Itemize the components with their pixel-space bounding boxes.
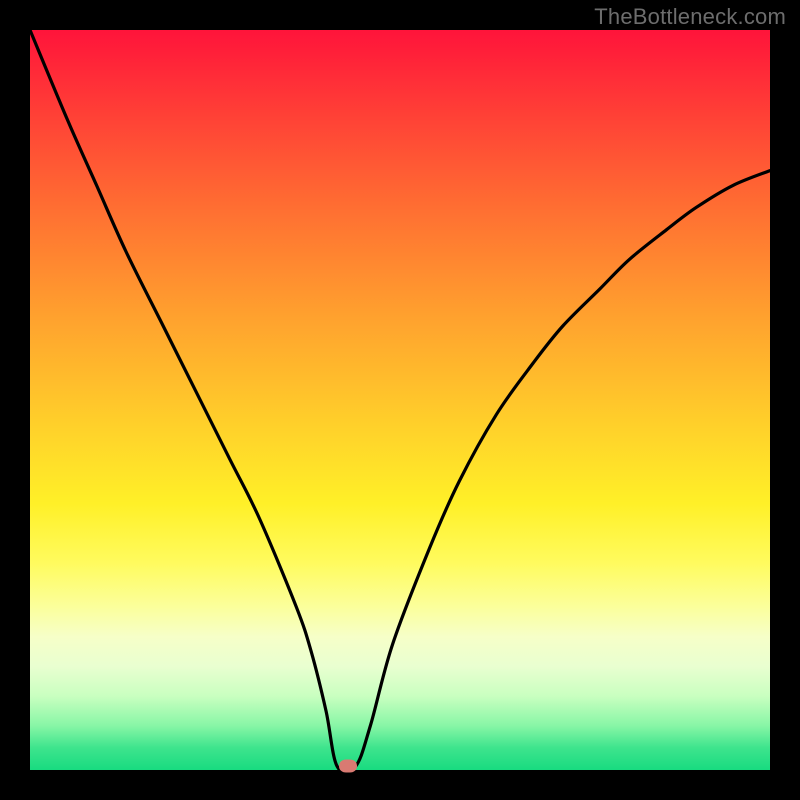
- optimal-point-marker: [339, 760, 357, 773]
- watermark-text: TheBottleneck.com: [594, 4, 786, 30]
- chart-frame: TheBottleneck.com: [0, 0, 800, 800]
- bottleneck-curve: [30, 30, 770, 770]
